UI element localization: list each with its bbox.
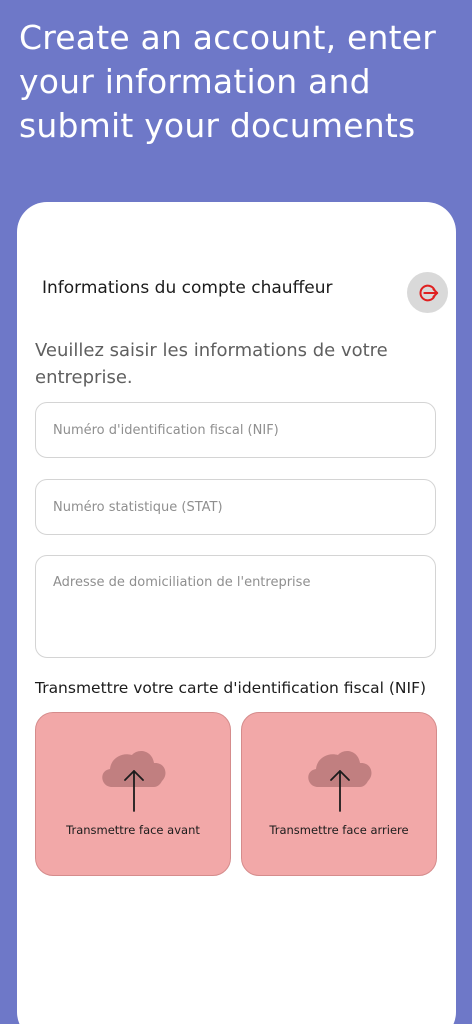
card-title: Informations du compte chauffeur (42, 278, 333, 298)
upload-back-label: Transmettre face arriere (269, 823, 409, 837)
cloud-upload-icon (102, 751, 166, 812)
intro-text: Veuillez saisir les informations de votr… (35, 340, 388, 388)
form-card: Informations du compte chauffeur Veuille… (17, 202, 456, 1024)
cloud-upload-icon (308, 751, 372, 812)
upload-front-label: Transmettre face avant (66, 823, 200, 837)
upload-back-button[interactable]: Transmettre face arriere (241, 712, 437, 876)
page-title: Create an account, enter your informatio… (19, 18, 437, 145)
upload-section-title: Transmettre votre carte d'identification… (35, 679, 427, 697)
card-header: Informations du compte chauffeur (42, 272, 448, 313)
nif-input[interactable] (35, 402, 436, 458)
logout-button[interactable] (407, 272, 448, 313)
address-input[interactable] (35, 555, 436, 658)
stat-input[interactable] (35, 479, 436, 535)
logout-arrow-icon (418, 284, 438, 301)
upload-front-button[interactable]: Transmettre face avant (35, 712, 231, 876)
